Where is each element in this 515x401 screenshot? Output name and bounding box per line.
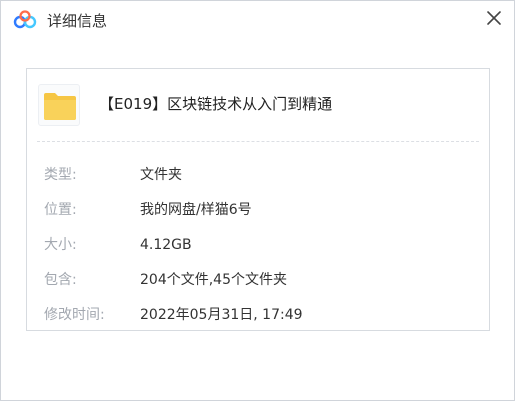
folder-icon: [44, 93, 76, 120]
detail-row-type: 类型: 文件夹: [44, 165, 474, 185]
file-icon-box: [38, 84, 80, 126]
close-icon: [487, 11, 501, 25]
detail-value: 4.12GB: [140, 237, 192, 253]
detail-row-modified: 修改时间: 2022年05月31日, 17:49: [44, 305, 474, 325]
detail-value: 204个文件,45个文件夹: [140, 272, 287, 288]
detail-label: 位置:: [44, 202, 77, 218]
detail-row-location: 位置: 我的网盘/样猫6号: [44, 200, 474, 220]
detail-label: 修改时间:: [44, 307, 105, 323]
baidu-netdisk-cloud-icon: [13, 10, 37, 30]
detail-row-contains: 包含: 204个文件,45个文件夹: [44, 270, 474, 290]
detail-value: 文件夹: [140, 167, 182, 183]
close-button[interactable]: [481, 5, 507, 31]
detail-label: 类型:: [44, 167, 77, 183]
divider: [37, 141, 479, 142]
detail-value: 2022年05月31日, 17:49: [140, 307, 303, 323]
file-name: 【E019】区块链技术从入门到精通: [99, 95, 333, 113]
details-dialog: 详细信息 【E019】区块链技术从入门到精通 类型: 文件夹 位置: 我的网盘/…: [0, 0, 515, 401]
details-card: 【E019】区块链技术从入门到精通 类型: 文件夹 位置: 我的网盘/样猫6号 …: [26, 68, 490, 331]
detail-label: 包含:: [44, 272, 77, 288]
dialog-title: 详细信息: [47, 12, 108, 30]
detail-row-size: 大小: 4.12GB: [44, 235, 474, 255]
detail-value: 我的网盘/样猫6号: [140, 202, 252, 218]
detail-label: 大小:: [44, 237, 77, 253]
title-bar[interactable]: 详细信息: [1, 1, 514, 39]
